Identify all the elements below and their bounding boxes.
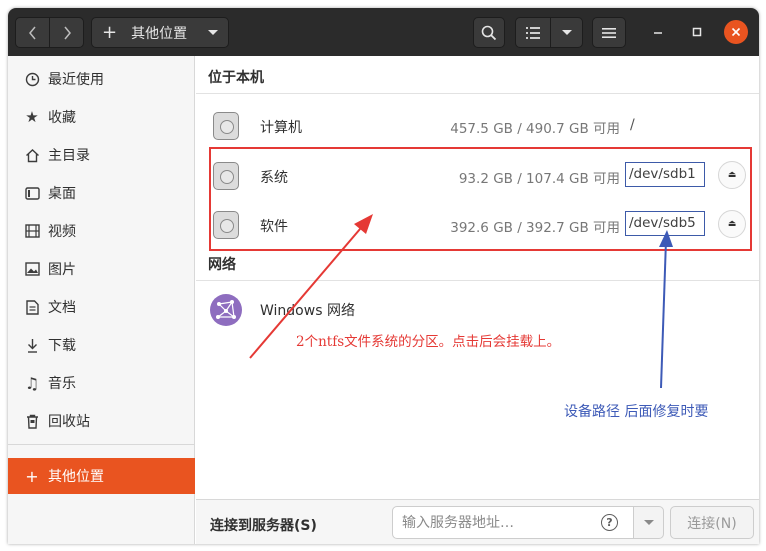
sidebar-item-label: 最近使用 bbox=[48, 72, 104, 88]
star-icon: ★ bbox=[25, 108, 39, 126]
list-view-icon bbox=[526, 26, 540, 39]
chevron-down-icon bbox=[208, 30, 218, 35]
document-icon bbox=[24, 299, 40, 315]
chevron-left-icon bbox=[28, 26, 36, 39]
main-content: 位于本机 计算机 457.5 GB / 490.7 GB 可用 / 系统 93.… bbox=[196, 56, 759, 544]
sidebar: 最近使用 ★ 收藏 主目录 桌面 视频 图片 文档 下载 ♫ 音乐 回收站 + … bbox=[8, 56, 195, 544]
section-title-network: 网络 bbox=[208, 257, 236, 273]
main-menu-button[interactable] bbox=[592, 17, 626, 48]
section-title-local: 位于本机 bbox=[208, 70, 264, 86]
sidebar-item-label: 其他位置 bbox=[48, 469, 104, 485]
device-usage: 457.5 GB / 490.7 GB 可用 bbox=[450, 121, 620, 137]
header-bar: + 其他位置 bbox=[8, 8, 759, 56]
sidebar-item-label: 主目录 bbox=[48, 148, 90, 164]
connect-to-server-label: 连接到服务器(S) bbox=[210, 518, 317, 534]
device-name: 计算机 bbox=[260, 120, 302, 136]
chevron-down-icon bbox=[561, 30, 572, 35]
annotation-text-partitions: 2个ntfs文件系统的分区。点击后会挂载上。 bbox=[296, 334, 561, 350]
back-button[interactable] bbox=[15, 17, 50, 48]
sidebar-item-label: 文档 bbox=[48, 300, 76, 316]
trash-icon bbox=[24, 413, 40, 429]
network-name: Windows 网络 bbox=[260, 303, 355, 319]
sidebar-item-label: 回收站 bbox=[48, 414, 90, 430]
music-icon: ♫ bbox=[24, 373, 40, 393]
sidebar-item-label: 桌面 bbox=[48, 186, 76, 202]
device-mount-path: / bbox=[630, 117, 635, 133]
desktop-icon bbox=[24, 185, 40, 201]
connect-to-server-bar: 连接到服务器(S) ? 连接(N) bbox=[196, 499, 759, 544]
plus-icon: + bbox=[25, 466, 39, 486]
location-path-button[interactable]: + 其他位置 bbox=[91, 17, 229, 48]
sidebar-item-recent[interactable]: 最近使用 bbox=[8, 61, 195, 97]
server-address-input[interactable] bbox=[392, 506, 634, 539]
sidebar-item-documents[interactable]: 文档 bbox=[8, 289, 195, 325]
network-icon bbox=[210, 294, 242, 326]
server-history-dropdown[interactable] bbox=[633, 506, 664, 539]
divider bbox=[196, 93, 759, 94]
sidebar-item-starred[interactable]: ★ 收藏 bbox=[8, 99, 195, 135]
clock-icon bbox=[24, 71, 40, 87]
sidebar-item-home[interactable]: 主目录 bbox=[8, 137, 195, 173]
sidebar-item-other-locations[interactable]: + 其他位置 bbox=[8, 458, 195, 494]
plus-icon: + bbox=[102, 21, 118, 43]
help-icon[interactable]: ? bbox=[601, 514, 618, 531]
chevron-down-icon bbox=[643, 520, 654, 525]
forward-button[interactable] bbox=[49, 17, 84, 48]
maximize-button[interactable] bbox=[685, 20, 709, 44]
video-icon bbox=[24, 223, 40, 239]
close-icon bbox=[731, 27, 741, 37]
home-icon bbox=[24, 147, 40, 163]
minimize-button[interactable] bbox=[646, 20, 670, 44]
view-options-button[interactable] bbox=[550, 17, 583, 48]
drive-icon bbox=[213, 112, 239, 140]
sidebar-item-downloads[interactable]: 下载 bbox=[8, 327, 195, 363]
search-icon bbox=[481, 25, 497, 40]
sidebar-item-trash[interactable]: 回收站 bbox=[8, 403, 195, 439]
divider bbox=[196, 280, 759, 281]
search-button[interactable] bbox=[473, 17, 505, 48]
hamburger-menu-icon bbox=[602, 27, 616, 38]
sidebar-item-label: 收藏 bbox=[48, 110, 76, 126]
network-row-windows[interactable]: Windows 网络 bbox=[196, 288, 759, 334]
annotation-highlight-box bbox=[209, 147, 752, 251]
minimize-icon bbox=[654, 32, 662, 34]
close-button[interactable] bbox=[724, 20, 748, 44]
sidebar-item-label: 音乐 bbox=[48, 376, 76, 392]
download-icon bbox=[24, 337, 40, 353]
file-manager-window: + 其他位置 最近使用 ★ 收藏 主目录 桌面 视频 图片 文档 下载 ♫ 音乐… bbox=[8, 8, 759, 544]
path-label: 其他位置 bbox=[131, 25, 188, 42]
sidebar-item-pictures[interactable]: 图片 bbox=[8, 251, 195, 287]
sidebar-item-label: 视频 bbox=[48, 224, 76, 240]
sidebar-item-label: 图片 bbox=[48, 262, 76, 278]
list-view-button[interactable] bbox=[515, 17, 551, 48]
maximize-icon bbox=[692, 27, 702, 37]
device-row-computer[interactable]: 计算机 457.5 GB / 490.7 GB 可用 / bbox=[196, 103, 759, 149]
connect-button[interactable]: 连接(N) bbox=[670, 506, 754, 539]
sidebar-item-desktop[interactable]: 桌面 bbox=[8, 175, 195, 211]
chevron-right-icon bbox=[63, 26, 71, 39]
sidebar-item-music[interactable]: ♫ 音乐 bbox=[8, 365, 195, 401]
sidebar-divider bbox=[8, 444, 195, 445]
sidebar-item-label: 下载 bbox=[48, 338, 76, 354]
picture-icon bbox=[24, 261, 40, 277]
annotation-text-device-path: 设备路径 后面修复时要 bbox=[564, 404, 709, 420]
sidebar-item-videos[interactable]: 视频 bbox=[8, 213, 195, 249]
